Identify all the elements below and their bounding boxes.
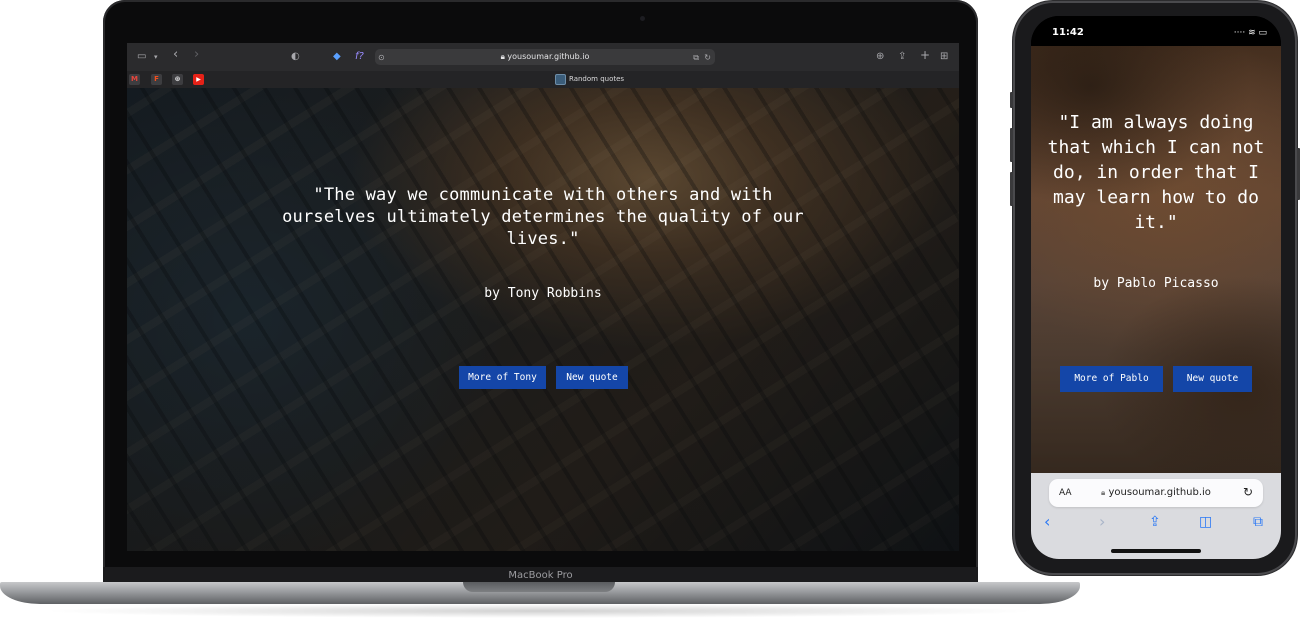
gmail-favorite-icon[interactable]: M xyxy=(129,74,140,85)
figma-favorite-icon[interactable]: F xyxy=(151,74,162,85)
quote-author: by Tony Robbins xyxy=(484,286,602,301)
new-quote-button[interactable]: New quote xyxy=(556,366,628,389)
download-icon[interactable]: ⊕ xyxy=(876,50,884,64)
laptop-model-label: MacBook Pro xyxy=(508,570,573,581)
status-icons: ···· ≋ ▭ xyxy=(1233,28,1267,38)
chatgpt-favorite-icon[interactable]: ⊛ xyxy=(172,74,183,85)
bookmarks-icon[interactable]: ◫ xyxy=(1199,513,1212,531)
translate-icon[interactable]: ⧉ xyxy=(693,51,699,65)
status-bar: 11:42 ···· ≋ ▭ xyxy=(1031,16,1281,46)
sidebar-icon[interactable]: ▭ xyxy=(137,50,146,64)
back-icon[interactable]: ‹ xyxy=(173,48,178,62)
phone-mute-switch xyxy=(1010,92,1013,108)
more-of-author-button[interactable]: More of Pablo xyxy=(1060,366,1163,392)
extension-font-icon[interactable]: f? xyxy=(355,50,364,64)
lock-icon: 🔒︎ xyxy=(1101,488,1106,497)
extension-layers-icon[interactable]: ◆ xyxy=(333,50,341,64)
quote-text: "I am always doing that which I can not … xyxy=(1047,112,1265,233)
new-tab-icon[interactable]: + xyxy=(920,48,930,62)
lock-icon: 🔒︎ xyxy=(500,52,505,61)
forward-icon[interactable]: › xyxy=(194,48,199,62)
address-text: yousoumar.github.io xyxy=(507,52,590,61)
home-indicator xyxy=(1111,549,1201,553)
tabs-icon[interactable]: ⧉ xyxy=(1253,513,1263,531)
more-of-author-button[interactable]: More of Tony xyxy=(459,366,546,389)
status-time: 11:42 xyxy=(1052,27,1084,38)
phone-volume-up xyxy=(1010,128,1013,162)
safari-bottom-bar: AA 🔒︎ yousoumar.github.io ↻ ‹ › ⇪ ◫ ⧉ xyxy=(1031,473,1281,559)
new-quote-button[interactable]: New quote xyxy=(1173,366,1252,392)
forward-icon[interactable]: › xyxy=(1099,513,1105,531)
back-icon[interactable]: ‹ xyxy=(1044,513,1050,531)
tab-random-quotes[interactable]: Random quotes xyxy=(555,73,624,86)
reload-icon[interactable]: ↻ xyxy=(704,51,711,65)
share-icon[interactable]: ⇪ xyxy=(1149,513,1161,531)
shield-icon[interactable]: ◐ xyxy=(291,50,300,64)
phone-volume-down xyxy=(1010,172,1013,206)
tab-favicon-icon xyxy=(555,74,566,85)
quote-text: "The way we communicate with others and … xyxy=(282,185,804,249)
address-bar[interactable]: ⊙ 🔒︎ yousoumar.github.io ⧉ ↻ xyxy=(375,49,715,65)
browser-toolbar: ▭ ▾ ‹ › ◐ ◆ f? ⊙ 🔒︎ yousoumar.github.io … xyxy=(127,43,959,72)
share-icon[interactable]: ⇪ xyxy=(898,50,906,64)
youtube-favorite-icon[interactable]: ▶ xyxy=(193,74,204,85)
laptop-base-notch xyxy=(463,582,615,592)
tab-bar: M F ⊛ ▶ Random quotes xyxy=(127,71,959,88)
laptop-screen: ▭ ▾ ‹ › ◐ ◆ f? ⊙ 🔒︎ yousoumar.github.io … xyxy=(127,43,959,551)
chevron-down-icon[interactable]: ▾ xyxy=(154,50,158,64)
mobile-address-text: yousoumar.github.io xyxy=(1108,487,1211,498)
laptop-shadow xyxy=(40,604,1040,618)
quote-author: by Pablo Picasso xyxy=(1093,276,1219,291)
camera-dot xyxy=(640,16,645,21)
reload-icon[interactable]: ↻ xyxy=(1243,485,1253,500)
phone-screen: 11:42 ···· ≋ ▭ "I am always doing that w… xyxy=(1031,16,1281,559)
tab-title: Random quotes xyxy=(569,75,625,83)
desktop-page: "The way we communicate with others and … xyxy=(127,88,959,551)
mobile-page: "I am always doing that which I can not … xyxy=(1031,46,1281,473)
mobile-address-bar[interactable]: AA 🔒︎ yousoumar.github.io ↻ xyxy=(1049,479,1263,507)
tab-overview-icon[interactable]: ⊞ xyxy=(940,50,948,64)
